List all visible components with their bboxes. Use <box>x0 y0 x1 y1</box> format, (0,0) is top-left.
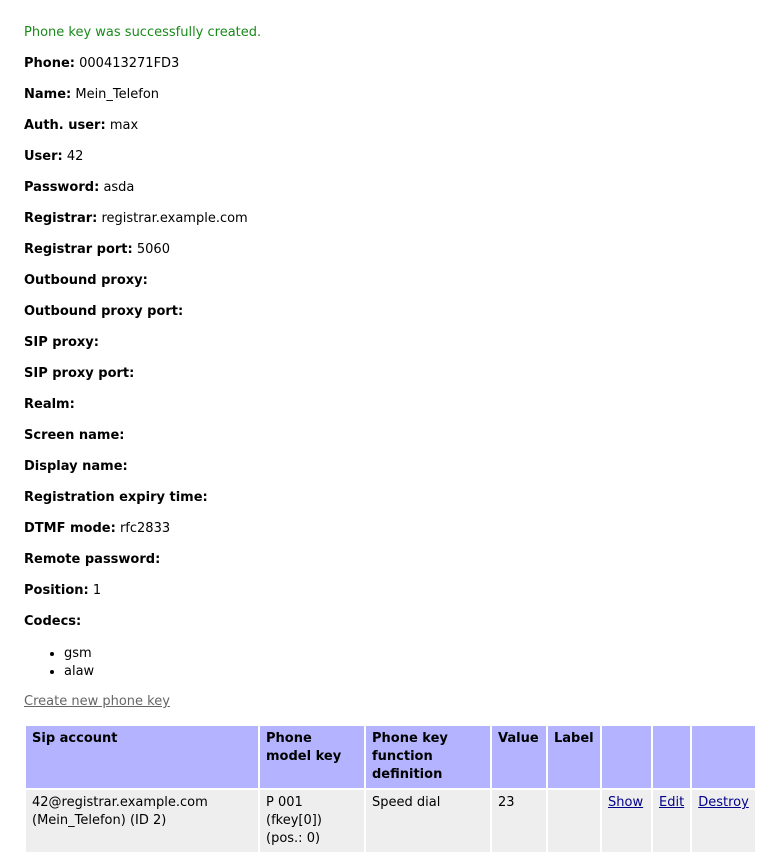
field-label: Realm: <box>24 397 75 412</box>
header-edit <box>653 726 691 788</box>
field-codecs: Codecs: <box>24 614 81 629</box>
field-label: Password: <box>24 180 100 195</box>
field-user: User: 42 <box>24 149 83 164</box>
table-row: 42@registrar.example.com (Mein_Telefon) … <box>26 790 756 852</box>
field-outbound-proxy-port: Outbound proxy port: <box>24 304 183 319</box>
cell-show: Show <box>602 790 651 852</box>
field-value: Mein_Telefon <box>75 87 160 102</box>
field-label: Outbound proxy: <box>24 273 148 288</box>
field-display-name: Display name: <box>24 459 128 474</box>
cell-edit: Edit <box>653 790 691 852</box>
header-sip-account: Sip account <box>26 726 258 788</box>
header-value: Value <box>492 726 546 788</box>
header-show <box>602 726 651 788</box>
cell-value: 23 <box>492 790 546 852</box>
field-outbound-proxy: Outbound proxy: <box>24 273 148 288</box>
field-label: Position: <box>24 583 89 598</box>
show-link[interactable]: Show <box>608 795 643 810</box>
field-realm: Realm: <box>24 397 75 412</box>
field-label: Name: <box>24 87 72 102</box>
field-label: Outbound proxy port: <box>24 304 184 319</box>
codec-item: gsm <box>64 645 94 663</box>
table-header-row: Sip account Phone model key Phone key fu… <box>26 726 756 788</box>
field-label: Registrar: <box>24 211 98 226</box>
field-password: Password: asda <box>24 180 134 195</box>
field-registration-expiry-time: Registration expiry time: <box>24 490 208 505</box>
field-label: Phone: <box>24 56 75 71</box>
field-name: Name: Mein_Telefon <box>24 87 159 102</box>
cell-label <box>548 790 600 852</box>
field-value: rfc2833 <box>119 521 171 536</box>
cell-function-definition: Speed dial <box>366 790 490 852</box>
codec-item: alaw <box>64 663 94 681</box>
header-phone-model-key: Phone model key <box>260 726 364 788</box>
field-phone: Phone: 000413271FD3 <box>24 56 179 71</box>
field-value: registrar.example.com <box>101 211 248 226</box>
field-registrar: Registrar: registrar.example.com <box>24 211 248 226</box>
field-sip-proxy-port: SIP proxy port: <box>24 366 134 381</box>
header-destroy <box>692 726 756 788</box>
field-label: Screen name: <box>24 428 125 443</box>
success-notice: Phone key was successfully created. <box>24 25 262 40</box>
field-label: User: <box>24 149 63 164</box>
field-label: Remote password: <box>24 552 161 567</box>
field-value: 1 <box>92 583 102 598</box>
field-label: SIP proxy port: <box>24 366 135 381</box>
field-registrar-port: Registrar port: 5060 <box>24 242 170 257</box>
cell-sip-account: 42@registrar.example.com (Mein_Telefon) … <box>26 790 258 852</box>
field-sip-proxy: SIP proxy: <box>24 335 99 350</box>
field-label: Auth. user: <box>24 118 106 133</box>
cell-phone-model-key: P 001 (fkey[0]) (pos.: 0) <box>260 790 364 852</box>
codecs-list: gsm alaw <box>24 645 94 681</box>
edit-link[interactable]: Edit <box>659 795 684 810</box>
field-value: 5060 <box>136 242 170 257</box>
header-function-definition: Phone key function definition <box>366 726 490 788</box>
field-value: 42 <box>66 149 84 164</box>
field-label: Codecs: <box>24 614 82 629</box>
field-value: max <box>109 118 139 133</box>
field-remote-password: Remote password: <box>24 552 160 567</box>
destroy-link[interactable]: Destroy <box>698 795 749 810</box>
field-label: SIP proxy: <box>24 335 99 350</box>
field-value: asda <box>103 180 135 195</box>
phone-keys-table: Sip account Phone model key Phone key fu… <box>24 724 757 854</box>
create-new-phone-key-link[interactable]: Create new phone key <box>24 694 170 709</box>
field-label: Display name: <box>24 459 128 474</box>
field-screen-name: Screen name: <box>24 428 124 443</box>
field-label: Registration expiry time: <box>24 490 208 505</box>
field-position: Position: 1 <box>24 583 101 598</box>
header-label: Label <box>548 726 600 788</box>
cell-destroy: Destroy <box>692 790 756 852</box>
field-dtmf-mode: DTMF mode: rfc2833 <box>24 521 170 536</box>
field-label: Registrar port: <box>24 242 133 257</box>
field-auth-user: Auth. user: max <box>24 118 138 133</box>
field-label: DTMF mode: <box>24 521 116 536</box>
field-value: 000413271FD3 <box>79 56 180 71</box>
